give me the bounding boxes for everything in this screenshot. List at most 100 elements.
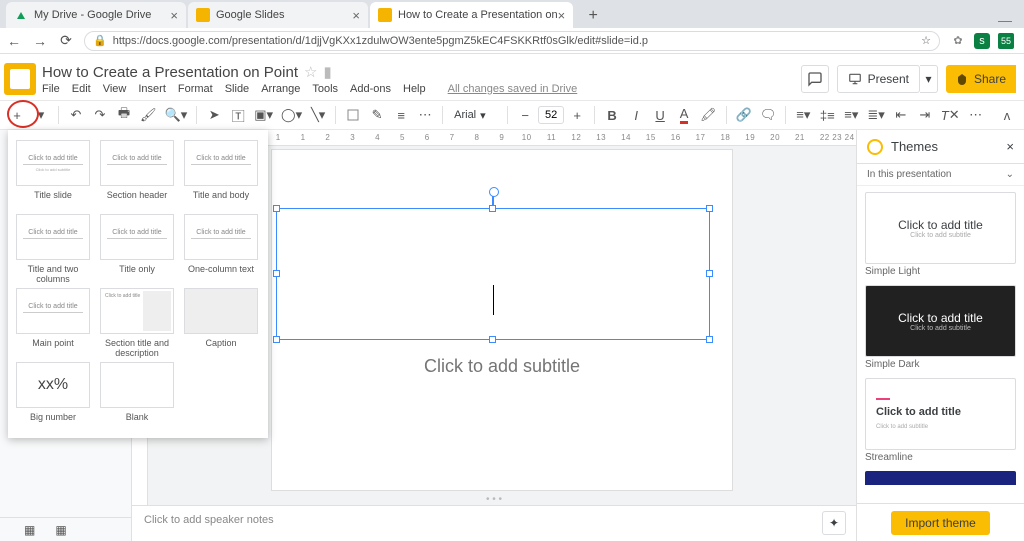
- present-button[interactable]: Present: [837, 65, 920, 93]
- star-icon[interactable]: ☆: [921, 34, 931, 47]
- fill-color-button[interactable]: [342, 104, 364, 126]
- grid-view-icon[interactable]: ▦: [24, 523, 35, 537]
- import-theme-button[interactable]: Import theme: [891, 511, 990, 535]
- folder-icon[interactable]: ▮: [323, 63, 331, 81]
- comment-button[interactable]: 🗨: [757, 104, 780, 126]
- highlight-button[interactable]: 🖍: [697, 104, 720, 126]
- resize-handle[interactable]: [273, 205, 280, 212]
- text-color-button[interactable]: A: [673, 104, 695, 126]
- layout-option[interactable]: Click to add titleClick to add subtitleT…: [16, 140, 90, 210]
- resize-handle[interactable]: [489, 336, 496, 343]
- slides-logo[interactable]: [4, 63, 36, 95]
- layout-option[interactable]: Click to add titleMain point: [16, 288, 90, 358]
- menu-tools[interactable]: Tools: [312, 83, 338, 95]
- extension-icon[interactable]: s: [974, 33, 990, 49]
- resize-handle[interactable]: [706, 205, 713, 212]
- comments-button[interactable]: [801, 65, 829, 93]
- layout-option[interactable]: xx%Big number: [16, 362, 90, 432]
- close-icon[interactable]: ×: [558, 8, 566, 23]
- layout-option[interactable]: Click to add titleTitle and body: [184, 140, 258, 210]
- zoom-button[interactable]: 🔍▾: [162, 104, 191, 126]
- close-icon[interactable]: ×: [170, 8, 178, 23]
- theme-card[interactable]: Click to add title Click to add subtitle: [865, 285, 1016, 357]
- layout-option[interactable]: Click to add titleTitle and two columns: [16, 214, 90, 284]
- image-tool[interactable]: ▣▾: [251, 104, 276, 126]
- new-slide-button[interactable]: +: [6, 104, 28, 126]
- close-icon[interactable]: ×: [352, 8, 360, 23]
- saved-status[interactable]: All changes saved in Drive: [448, 83, 578, 95]
- browser-tab[interactable]: Google Slides ×: [188, 2, 368, 28]
- menu-slide[interactable]: Slide: [225, 83, 249, 95]
- font-size-input[interactable]: [538, 106, 564, 124]
- italic-button[interactable]: I: [625, 104, 647, 126]
- underline-button[interactable]: U: [649, 104, 671, 126]
- layout-option[interactable]: Click to add titleSection title and desc…: [100, 288, 174, 358]
- slide-canvas[interactable]: Click to add subtitle: [272, 150, 732, 490]
- indent-dec-button[interactable]: ⇤: [890, 104, 912, 126]
- layout-option[interactable]: Blank: [100, 362, 174, 432]
- speaker-notes[interactable]: Click to add speaker notes: [132, 505, 856, 541]
- menu-insert[interactable]: Insert: [138, 83, 166, 95]
- menu-addons[interactable]: Add-ons: [350, 83, 391, 95]
- resize-handle[interactable]: [489, 205, 496, 212]
- extension-icon[interactable]: 55: [998, 33, 1014, 49]
- menu-help[interactable]: Help: [403, 83, 426, 95]
- line-tool[interactable]: ╲▾: [307, 104, 329, 126]
- url-input[interactable]: [111, 34, 917, 48]
- doc-title[interactable]: How to Create a Presentation on Point: [42, 64, 298, 81]
- browser-tab[interactable]: My Drive - Google Drive ×: [6, 2, 186, 28]
- splitter-handle[interactable]: • • •: [486, 494, 502, 505]
- explore-button[interactable]: ✦: [822, 511, 846, 535]
- menu-file[interactable]: File: [42, 83, 60, 95]
- bulleted-list-button[interactable]: ≣▾: [864, 104, 887, 126]
- share-button[interactable]: Share: [946, 65, 1016, 93]
- more-button[interactable]: ⋯: [965, 104, 987, 126]
- font-family-select[interactable]: Arial▾: [449, 105, 501, 125]
- theme-card[interactable]: [865, 471, 1016, 485]
- menu-view[interactable]: View: [103, 83, 127, 95]
- omnibox[interactable]: 🔒 ☆: [84, 31, 940, 51]
- shape-tool[interactable]: ◯▾: [278, 104, 305, 126]
- layout-option[interactable]: Caption: [184, 288, 258, 358]
- present-dropdown[interactable]: ▾: [920, 65, 938, 93]
- menu-format[interactable]: Format: [178, 83, 213, 95]
- theme-card[interactable]: Click to add title Click to add subtitle: [865, 192, 1016, 264]
- select-tool[interactable]: ➤: [203, 104, 225, 126]
- forward-button[interactable]: →: [32, 33, 48, 49]
- font-size-dec[interactable]: −: [514, 104, 536, 126]
- chevron-down-icon[interactable]: ⌄: [1006, 169, 1014, 180]
- indent-inc-button[interactable]: ⇥: [914, 104, 936, 126]
- line-spacing-button[interactable]: ‡≡: [816, 104, 838, 126]
- star-icon[interactable]: ☆: [304, 63, 317, 81]
- bold-button[interactable]: B: [601, 104, 623, 126]
- back-button[interactable]: ←: [6, 33, 22, 49]
- undo-button[interactable]: ↶: [65, 104, 87, 126]
- window-minimize-icon[interactable]: —: [998, 12, 1012, 28]
- print-button[interactable]: 🖶: [113, 104, 135, 126]
- border-dash-button[interactable]: ⋯: [414, 104, 436, 126]
- collapse-toolbar-button[interactable]: ʌ: [996, 104, 1018, 126]
- rotate-handle[interactable]: [492, 193, 494, 205]
- align-button[interactable]: ≡▾: [792, 104, 814, 126]
- textbox-tool[interactable]: 🅃: [227, 104, 249, 126]
- clear-format-button[interactable]: T✕: [938, 104, 963, 126]
- link-button[interactable]: 🔗: [733, 104, 755, 126]
- browser-tab[interactable]: How to Create a Presentation on ×: [370, 2, 573, 28]
- menu-arrange[interactable]: Arrange: [261, 83, 300, 95]
- redo-button[interactable]: ↷: [89, 104, 111, 126]
- new-slide-dropdown[interactable]: ▾: [30, 104, 52, 126]
- paint-format-button[interactable]: 🖌: [137, 104, 160, 126]
- close-icon[interactable]: ×: [1006, 139, 1014, 154]
- menu-edit[interactable]: Edit: [72, 83, 91, 95]
- title-placeholder[interactable]: [276, 208, 710, 340]
- resize-handle[interactable]: [273, 270, 280, 277]
- numbered-list-button[interactable]: ≡▾: [840, 104, 862, 126]
- subtitle-placeholder[interactable]: Click to add subtitle: [272, 356, 732, 377]
- layout-option[interactable]: Click to add titleOne-column text: [184, 214, 258, 284]
- extension-icon[interactable]: ✿: [950, 33, 966, 49]
- layout-option[interactable]: Click to add titleSection header: [100, 140, 174, 210]
- new-tab-button[interactable]: +: [581, 4, 605, 28]
- grid-view-icon[interactable]: ▦: [55, 523, 66, 537]
- theme-card[interactable]: Click to add title Click to add subtitle: [865, 378, 1016, 450]
- reload-button[interactable]: ⟳: [58, 33, 74, 49]
